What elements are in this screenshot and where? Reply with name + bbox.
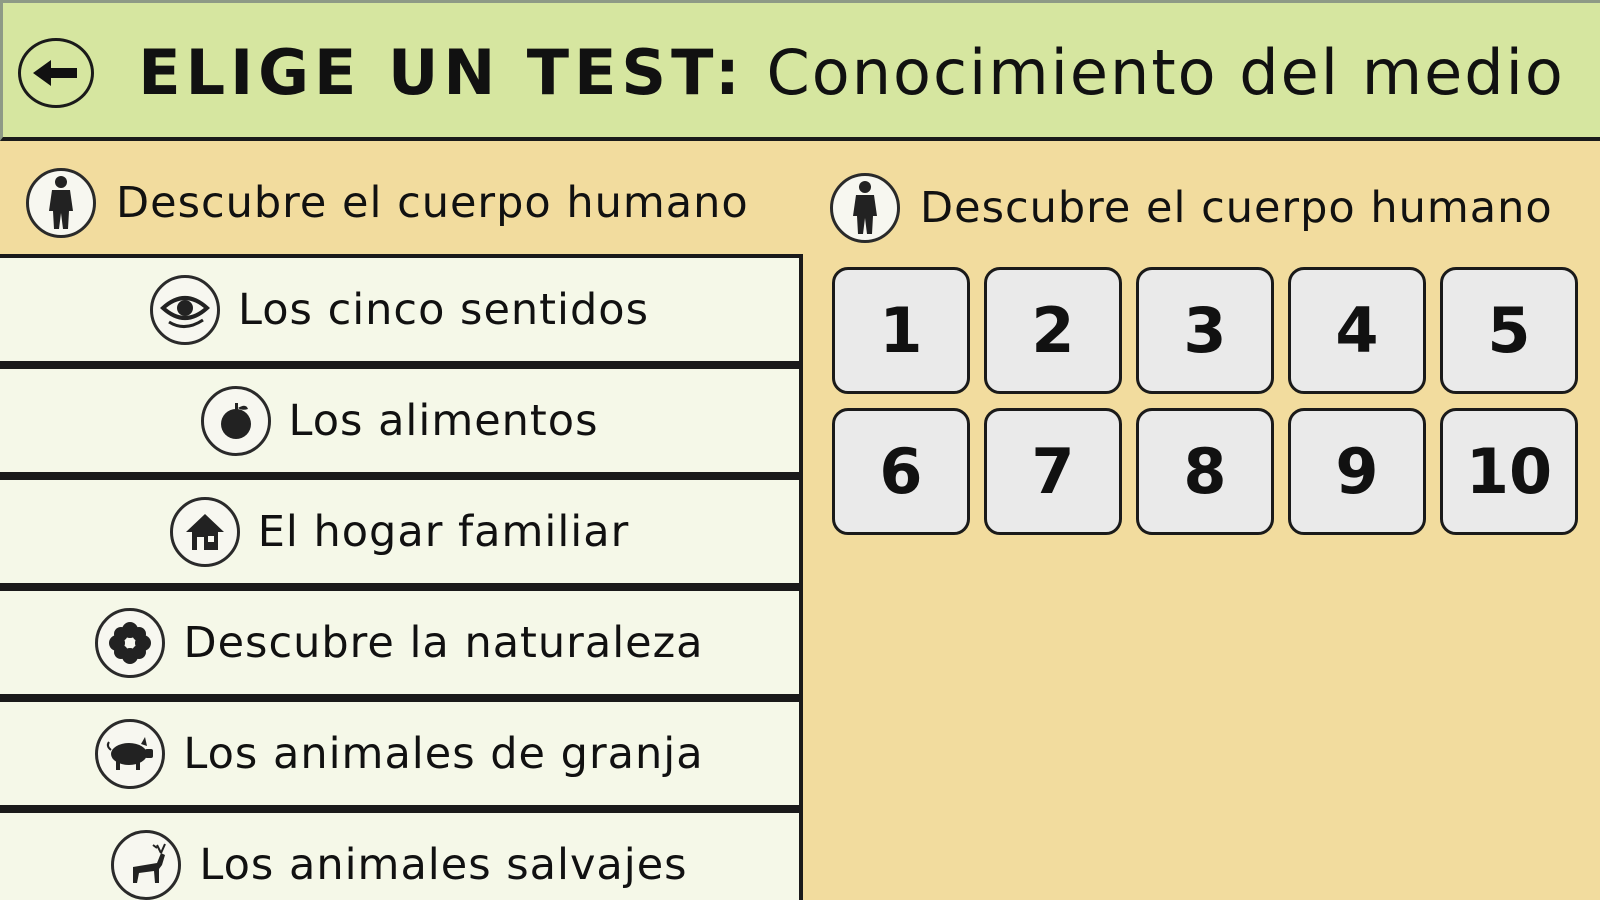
topic-item-hogar-familiar[interactable]: El hogar familiar: [0, 476, 799, 583]
topic-label: Los alimentos: [288, 395, 599, 446]
test-button-3[interactable]: 3: [1136, 267, 1274, 394]
house-icon: [169, 496, 240, 567]
test-grid: 1 2 3 4 5 6 7 8 9 10: [832, 267, 1582, 535]
back-button[interactable]: [18, 38, 94, 108]
test-button-4[interactable]: 4: [1288, 267, 1426, 394]
topic-item-animales-salvajes[interactable]: Los animales salvajes: [0, 809, 799, 900]
header-bar: ELIGE UN TEST: Conocimiento del medio: [0, 0, 1600, 141]
topic-label: Los cinco sentidos: [238, 284, 649, 335]
topic-item-cinco-sentidos[interactable]: Los cinco sentidos: [0, 254, 799, 361]
topic-item-naturaleza[interactable]: Descubre la naturaleza: [0, 587, 799, 694]
category-heading-label: Descubre el cuerpo humano: [116, 178, 749, 228]
topic-label: Los animales de granja: [183, 728, 704, 779]
selected-category-label: Descubre el cuerpo humano: [920, 183, 1553, 233]
test-button-9[interactable]: 9: [1288, 408, 1426, 535]
topic-label: Los animales salvajes: [199, 839, 688, 890]
test-button-6[interactable]: 6: [832, 408, 970, 535]
topic-item-animales-granja[interactable]: Los animales de granja: [0, 698, 799, 805]
human-body-icon: [26, 168, 96, 238]
title-subject: Conocimiento del medio: [766, 36, 1565, 109]
topic-item-alimentos[interactable]: Los alimentos: [0, 365, 799, 472]
apple-icon: [200, 385, 271, 456]
test-button-8[interactable]: 8: [1136, 408, 1274, 535]
test-button-2[interactable]: 2: [984, 267, 1122, 394]
deer-icon: [111, 829, 182, 900]
pig-icon: [95, 718, 166, 789]
page-title: ELIGE UN TEST: Conocimiento del medio: [103, 33, 1600, 113]
selected-category-heading: Descubre el cuerpo humano: [830, 168, 1553, 248]
test-button-7[interactable]: 7: [984, 408, 1122, 535]
topic-list[interactable]: Los cinco sentidos Los alimentos El hoga…: [0, 254, 803, 900]
title-kicker: ELIGE UN TEST:: [138, 36, 745, 109]
test-button-10[interactable]: 10: [1440, 408, 1578, 535]
human-body-icon: [830, 173, 900, 243]
test-button-1[interactable]: 1: [832, 267, 970, 394]
test-button-5[interactable]: 5: [1440, 267, 1578, 394]
topic-label: Descubre la naturaleza: [183, 617, 704, 668]
flower-icon: [95, 607, 166, 678]
eye-icon: [150, 274, 221, 345]
arrow-left-icon: [33, 60, 77, 86]
topic-label: El hogar familiar: [257, 506, 630, 557]
category-heading: Descubre el cuerpo humano: [26, 163, 749, 243]
